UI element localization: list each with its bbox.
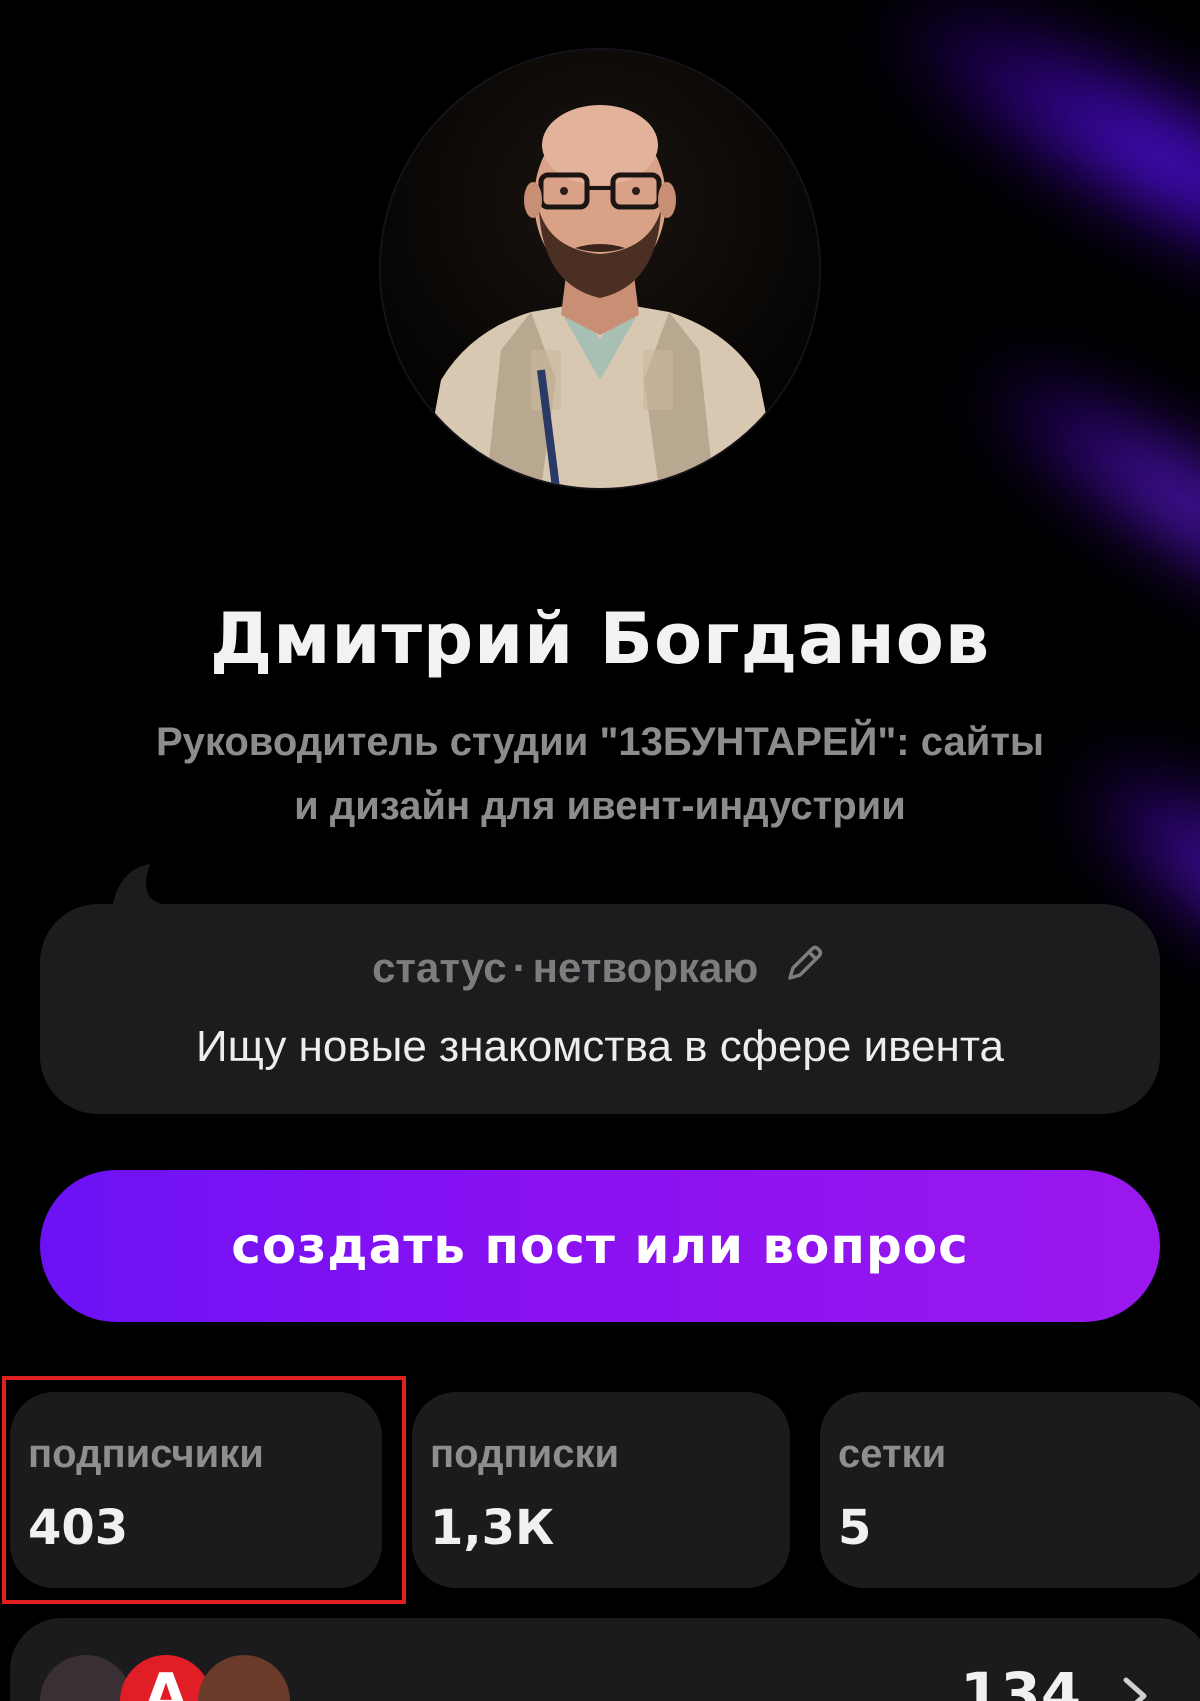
- profile-avatar[interactable]: [381, 50, 819, 488]
- status-label: статус: [372, 944, 507, 991]
- bio-line: и дизайн для ивент-индустрии: [294, 784, 906, 828]
- stat-label: подписки: [430, 1432, 620, 1476]
- stat-label: подписчики: [28, 1432, 264, 1476]
- bio-line: Руководитель студии "13БУНТАРЕЙ": сайты: [155, 720, 1045, 764]
- status-card[interactable]: статус · нетворкаю Ищу новые знакомства в …: [40, 904, 1160, 1114]
- stat-value: 1,3К: [430, 1500, 555, 1556]
- status-header: статус · нетворкаю: [40, 940, 1160, 992]
- status-mode: нетворкаю: [532, 944, 759, 991]
- chevron-right-icon[interactable]: [1118, 1676, 1152, 1701]
- background-glow: [961, 332, 1200, 638]
- create-post-button[interactable]: создать пост или вопрос: [40, 1170, 1160, 1322]
- profile-name: Дмитрий Богданов: [209, 598, 991, 680]
- profile-screen: Дмитрий Богданов Руководитель студии "13…: [0, 0, 1200, 1701]
- status-separator: ·: [512, 944, 527, 991]
- stat-card-following[interactable]: подписки 1,3К: [412, 1392, 790, 1588]
- avatar-photo: [421, 105, 781, 488]
- stat-card-networks[interactable]: сетки 5: [820, 1392, 1200, 1588]
- background-glow: [855, 0, 1200, 324]
- stat-label: сетки: [838, 1432, 947, 1476]
- status-text: Ищу новые знакомства в сфере ивента: [196, 1022, 1004, 1071]
- stat-value: 5: [838, 1500, 872, 1556]
- stat-card-followers[interactable]: подписчики 403: [10, 1392, 382, 1588]
- profile-bio: Руководитель студии "13БУНТАРЕЙ": сайты …: [80, 710, 1120, 838]
- stat-value: 403: [28, 1500, 129, 1556]
- pencil-icon[interactable]: [780, 940, 828, 988]
- mutual-count: 134: [960, 1660, 1082, 1701]
